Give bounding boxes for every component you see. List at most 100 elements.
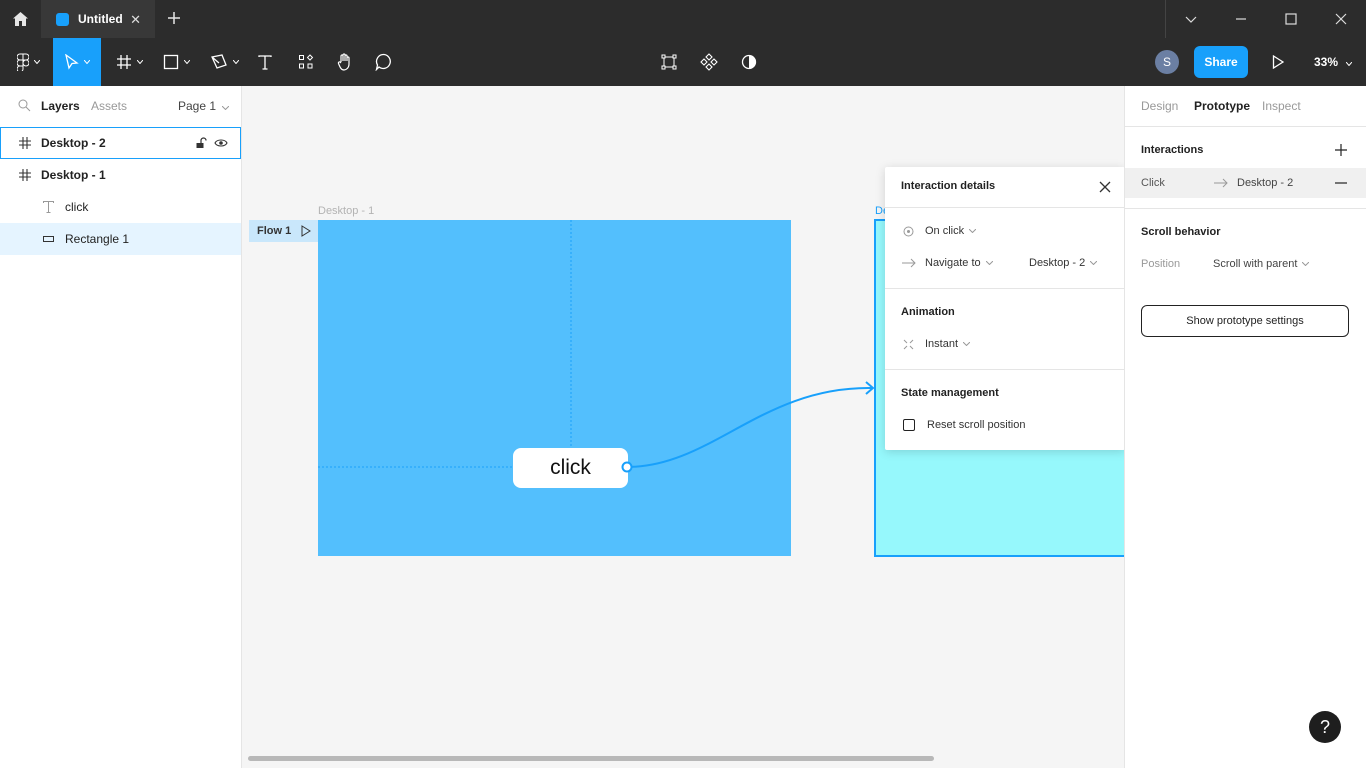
eye-icon[interactable] [214,136,228,150]
zoom-dropdown[interactable]: 33% [1314,55,1353,69]
shape-tool[interactable] [157,38,195,86]
destination-dropdown[interactable]: Desktop - 2 [1029,257,1098,269]
left-panel-tabs: Layers Assets Page 1 [0,86,241,126]
tab-design[interactable]: Design [1141,99,1178,113]
divider [885,207,1125,208]
remove-interaction-icon[interactable] [1335,182,1347,184]
figma-file-icon [56,12,69,26]
layer-name: click [65,200,89,214]
layer-click-text[interactable]: click [0,191,241,223]
titlebar-divider [1165,0,1166,38]
divider [1125,126,1366,127]
share-button[interactable]: Share [1194,46,1248,78]
interaction-details-popup: Interaction details On click Navigate to… [885,167,1125,450]
file-tab[interactable]: Untitled ✕ [41,0,155,38]
rectangle-icon [163,54,178,70]
move-tool[interactable] [53,38,101,86]
reset-scroll-label: Reset scroll position [927,419,1026,431]
component-icon [700,53,718,71]
tab-prototype[interactable]: Prototype [1194,99,1250,113]
search-icon[interactable] [18,99,31,112]
frame-tool[interactable] [110,38,148,86]
chevron-down-icon [183,60,190,64]
main-menu-button[interactable] [10,38,46,86]
divider [1125,208,1366,209]
figma-logo-icon [16,53,29,71]
minimize-icon[interactable] [1233,11,1249,27]
interaction-target: Desktop - 2 [1237,177,1294,189]
trigger-dropdown[interactable]: On click [903,225,977,237]
chevron-down-icon [985,261,993,265]
layers-panel: Layers Assets Page 1 Desktop - 2 Desktop… [0,86,242,768]
frame-icon [18,168,32,182]
mask-button[interactable] [736,38,762,86]
unlock-icon[interactable] [194,136,208,150]
tab-inspect[interactable]: Inspect [1262,99,1301,113]
hand-tool[interactable] [331,38,359,86]
maximize-icon[interactable] [1283,11,1299,27]
state-management-heading: State management [901,387,999,399]
home-icon[interactable] [0,0,41,38]
present-button[interactable] [1266,38,1290,86]
horizontal-scrollbar[interactable] [248,756,934,761]
show-prototype-settings-button[interactable]: Show prototype settings [1141,305,1349,337]
instant-icon [903,339,914,349]
action-value: Navigate to [925,257,981,269]
chevron-down-icon [83,60,90,64]
close-icon[interactable] [1098,180,1112,194]
chevron-down-icon [969,229,977,233]
click-button-layer[interactable]: click [513,448,628,488]
components-icon [299,54,314,69]
resources-tool[interactable] [292,38,320,86]
help-button[interactable]: ? [1309,711,1341,743]
page-selector[interactable]: Page 1 [178,99,230,113]
chevron-down-icon [232,60,239,64]
tab-layers[interactable]: Layers [41,99,80,113]
add-interaction-icon[interactable] [1335,144,1347,156]
cursor-icon [64,54,79,70]
frame-icon [116,55,131,69]
click-trigger-icon [903,226,914,236]
new-tab-icon[interactable] [166,10,182,26]
close-tab-icon[interactable]: ✕ [130,12,141,28]
pen-icon [210,54,227,69]
close-window-icon[interactable] [1333,11,1349,27]
tab-assets[interactable]: Assets [91,99,127,113]
text-icon [258,54,272,70]
animation-dropdown[interactable]: Instant [903,338,971,350]
comment-tool[interactable] [370,38,398,86]
action-dropdown[interactable]: Navigate to [902,257,993,269]
create-component-button[interactable] [656,38,682,86]
layer-desktop-1[interactable]: Desktop - 1 [0,159,241,191]
layer-desktop-2[interactable]: Desktop - 2 [0,127,241,159]
arrow-right-icon [902,258,916,268]
divider [885,288,1125,289]
position-value: Scroll with parent [1213,258,1298,270]
trigger-value: On click [925,225,965,237]
contrast-icon [741,54,757,70]
reset-scroll-checkbox[interactable] [903,419,915,431]
interactions-heading: Interactions [1141,144,1204,156]
layer-rectangle-1[interactable]: Rectangle 1 [0,223,241,255]
pen-tool[interactable] [204,38,244,86]
animation-value: Instant [925,338,959,350]
connection-handle-icon[interactable] [621,461,633,473]
text-tool[interactable] [252,38,278,86]
position-dropdown[interactable]: Scroll with parent [1213,258,1310,270]
avatar[interactable]: S [1155,50,1179,74]
connection-noodle[interactable] [626,386,873,468]
component-button[interactable] [696,38,722,86]
divider [885,369,1125,370]
chevron-down-icon [136,60,143,64]
hand-icon [337,53,350,71]
arrow-right-icon [1214,178,1228,188]
layer-name: Rectangle 1 [65,232,130,246]
chevron-down-icon [1090,261,1098,265]
scroll-behavior-heading: Scroll behavior [1141,226,1221,238]
chevron-down-icon [1302,262,1310,266]
reset-scroll-checkbox-row[interactable]: Reset scroll position [903,419,1025,431]
page-name: Page 1 [178,99,217,113]
chevron-down-icon [222,105,230,111]
chevron-down-icon[interactable] [1183,11,1199,27]
interaction-row[interactable]: Click Desktop - 2 [1125,168,1366,198]
